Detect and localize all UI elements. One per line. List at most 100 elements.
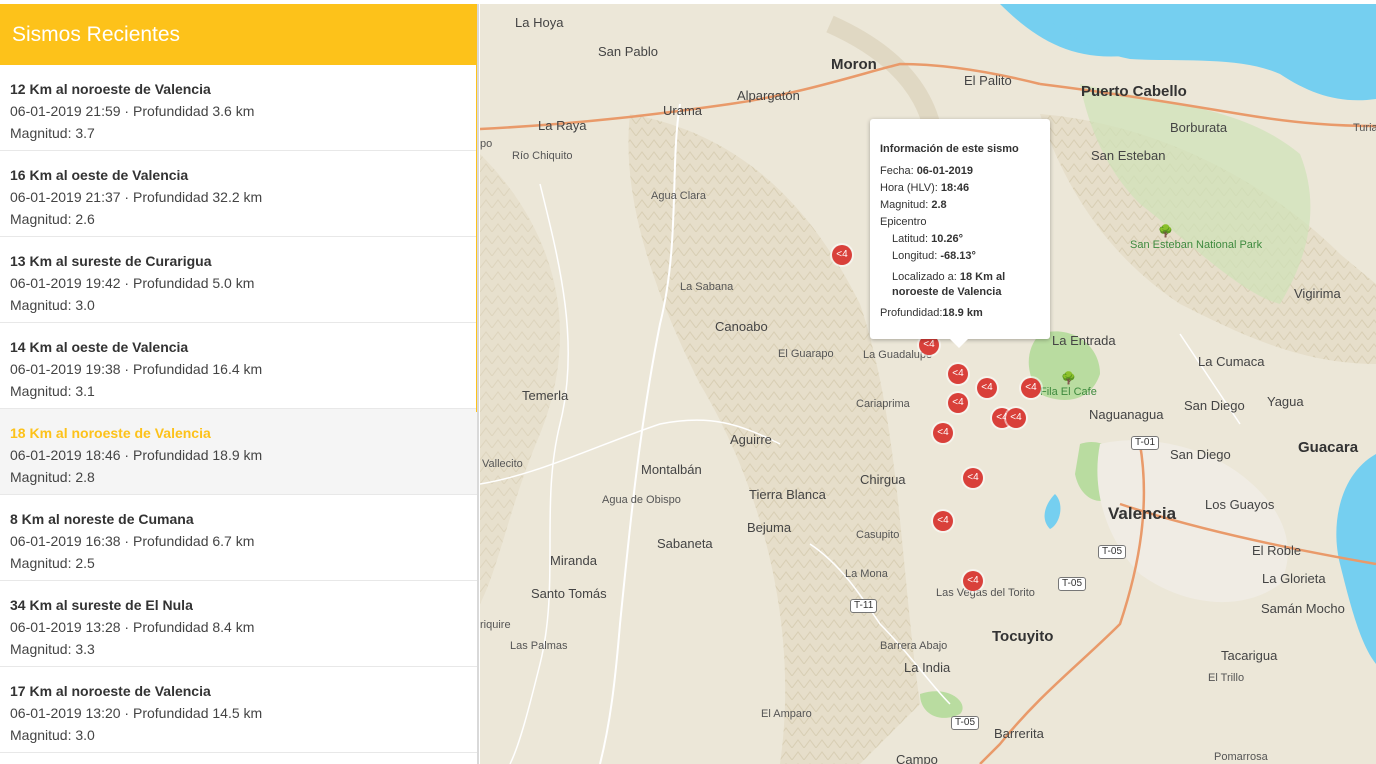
quake-marker[interactable]: <4 (977, 378, 997, 398)
quake-marker[interactable]: <4 (963, 571, 983, 591)
popup-mag-value: 2.8 (931, 199, 947, 211)
road-t01: T-01 (1131, 436, 1160, 450)
quake-item-magnitude: Magnitud: 3.7 (10, 125, 95, 141)
place-la-india: La India (904, 660, 951, 675)
place-fila-el-cafe: Fila El Cafe (1040, 386, 1097, 398)
place-canoabo: Canoabo (715, 319, 768, 334)
quake-item-magnitude: Magnitud: 3.1 (10, 383, 95, 399)
place-el-roble: El Roble (1252, 543, 1302, 558)
popup-loc-label: Localizado a: (892, 271, 960, 283)
sidebar-scrollbar[interactable] (476, 65, 477, 412)
quake-item-6[interactable]: 8 Km al noreste de Cumana 06-01-2019 16:… (0, 495, 477, 581)
place-tierra-blanca: Tierra Blanca (749, 487, 826, 502)
place-aguirre: Aguirre (730, 432, 772, 447)
quake-marker[interactable]: <4 (933, 511, 953, 531)
popup-prof-value: 18.9 km (942, 307, 983, 319)
quake-item-title: 18 Km al noroeste de Valencia (10, 425, 211, 441)
quake-marker[interactable]: <4 (933, 423, 953, 443)
quake-item-8[interactable]: 17 Km al noroeste de Valencia 06-01-2019… (0, 667, 477, 753)
popup-lat-value: 10.26° (931, 233, 964, 245)
quake-item-2[interactable]: 16 Km al oeste de Valencia 06-01-2019 21… (0, 151, 477, 237)
place-la-raya: La Raya (538, 118, 587, 133)
quake-item-title: 16 Km al oeste de Valencia (10, 167, 189, 183)
quake-item-title: 13 Km al sureste de Curarigua (10, 253, 212, 269)
map-view[interactable]: La Hoya San Pablo Moron El Palito Puerto… (480, 4, 1376, 764)
quake-marker[interactable]: <4 (1006, 408, 1026, 428)
quake-item-7[interactable]: 34 Km al sureste de El Nula 06-01-2019 1… (0, 581, 477, 667)
quake-item-1[interactable]: 12 Km al noroeste de Valencia 06-01-2019… (0, 65, 477, 151)
popup-longitud: Longitud: -68.13° (880, 248, 1040, 265)
quake-item-meta: 06-01-2019 21:59 · Profundidad 3.6 km (10, 103, 255, 119)
quake-list: 12 Km al noroeste de Valencia 06-01-2019… (0, 65, 477, 753)
popup-mag-label: Magnitud: (880, 199, 932, 211)
place-el-amparo: El Amparo (761, 708, 812, 720)
place-yagua: Yagua (1267, 394, 1304, 409)
place-vigirima: Vigirima (1294, 286, 1341, 301)
place-santo-tomas: Santo Tomás (531, 586, 607, 601)
place-san-diego-north: San Diego (1184, 398, 1245, 413)
place-la-entrada: La Entrada (1052, 333, 1116, 348)
road-t05-b: T-05 (1058, 577, 1087, 591)
popup-title: Información de este sismo (880, 143, 1019, 155)
place-agua-clara: Agua Clara (651, 190, 707, 202)
popup-epicentro: Epicentro (880, 216, 927, 228)
quake-marker[interactable]: <4 (832, 245, 852, 265)
place-puerto-cabello: Puerto Cabello (1081, 83, 1187, 100)
quake-item-meta: 06-01-2019 19:42 · Profundidad 5.0 km (10, 275, 255, 291)
place-cariaprima: Cariaprima (856, 398, 910, 410)
sidebar-title: Sismos Recientes (0, 4, 477, 65)
place-naguanagua: Naguanagua (1089, 407, 1164, 422)
quake-item-5-selected[interactable]: 18 Km al noroeste de Valencia 06-01-2019… (0, 409, 477, 495)
quake-item-3[interactable]: 13 Km al sureste de Curarigua 06-01-2019… (0, 237, 477, 323)
place-pomarrosa: Pomarrosa (1214, 751, 1268, 763)
road-t05-c: T-05 (951, 716, 980, 730)
quake-item-title: 14 Km al oeste de Valencia (10, 339, 189, 355)
place-la-cumaca: La Cumaca (1198, 354, 1265, 369)
quake-item-title: 8 Km al noreste de Cumana (10, 511, 194, 527)
place-la-hoya: La Hoya (515, 15, 564, 30)
place-moron: Moron (831, 56, 877, 73)
park-tree-icon: 🌳 (1061, 371, 1076, 385)
place-el-trillo: El Trillo (1208, 672, 1245, 684)
quake-marker[interactable]: <4 (1021, 378, 1041, 398)
place-barrerita: Barrerita (994, 726, 1044, 741)
place-los-guayos: Los Guayos (1205, 497, 1275, 512)
popup-fecha: Fecha: 06-01-2019 (880, 163, 1040, 180)
quake-item-title: 34 Km al sureste de El Nula (10, 597, 193, 613)
place-urama: Urama (663, 103, 703, 118)
popup-localizado: Localizado a: 18 Km al noroeste de Valen… (880, 270, 1040, 300)
popup-lon-label: Longitud: (892, 250, 941, 262)
quake-item-magnitude: Magnitud: 3.3 (10, 641, 95, 657)
recent-quakes-sidebar: Sismos Recientes 12 Km al noroeste de Va… (0, 4, 479, 764)
place-borburata: Borburata (1170, 120, 1228, 135)
place-alpargaton: Alpargatón (737, 88, 800, 103)
place-valencia: Valencia (1108, 504, 1177, 523)
place-saman-mocho: Samán Mocho (1261, 601, 1345, 616)
road-t05-a: T-05 (1098, 545, 1127, 559)
place-el-palito: El Palito (964, 73, 1012, 88)
place-barrera-abajo: Barrera Abajo (880, 640, 948, 652)
quake-marker[interactable]: <4 (948, 393, 968, 413)
quake-item-title: 12 Km al noroeste de Valencia (10, 81, 211, 97)
quake-marker[interactable]: <4 (948, 364, 968, 384)
popup-hora-value: 18:46 (940, 182, 970, 194)
quake-info-popup: Información de este sismo Fecha: 06-01-2… (870, 119, 1050, 348)
place-po: po (480, 138, 493, 150)
quake-item-meta: 06-01-2019 13:20 · Profundidad 14.5 km (10, 705, 263, 721)
place-guacara: Guacara (1298, 439, 1359, 456)
place-campo: Campo (896, 752, 938, 764)
popup-hora-label: Hora (HLV): (880, 182, 941, 194)
place-vallecito: Vallecito (482, 458, 523, 470)
quake-item-meta: 06-01-2019 18:46 · Profundidad 18.9 km (10, 447, 263, 463)
quake-item-meta: 06-01-2019 21:37 · Profundidad 32.2 km (10, 189, 263, 205)
place-riquire: riquire (480, 619, 511, 631)
quake-marker[interactable]: <4 (963, 468, 983, 488)
place-san-diego-south: San Diego (1170, 447, 1231, 462)
popup-lat-label: Latitud: (892, 233, 932, 245)
place-la-sabana: La Sabana (680, 281, 734, 293)
place-bejuma: Bejuma (747, 520, 792, 535)
place-san-esteban: San Esteban (1091, 148, 1166, 163)
quake-item-4[interactable]: 14 Km al oeste de Valencia 06-01-2019 19… (0, 323, 477, 409)
popup-prof-label: Profundidad: (880, 307, 943, 319)
popup-fecha-label: Fecha: (880, 165, 917, 177)
